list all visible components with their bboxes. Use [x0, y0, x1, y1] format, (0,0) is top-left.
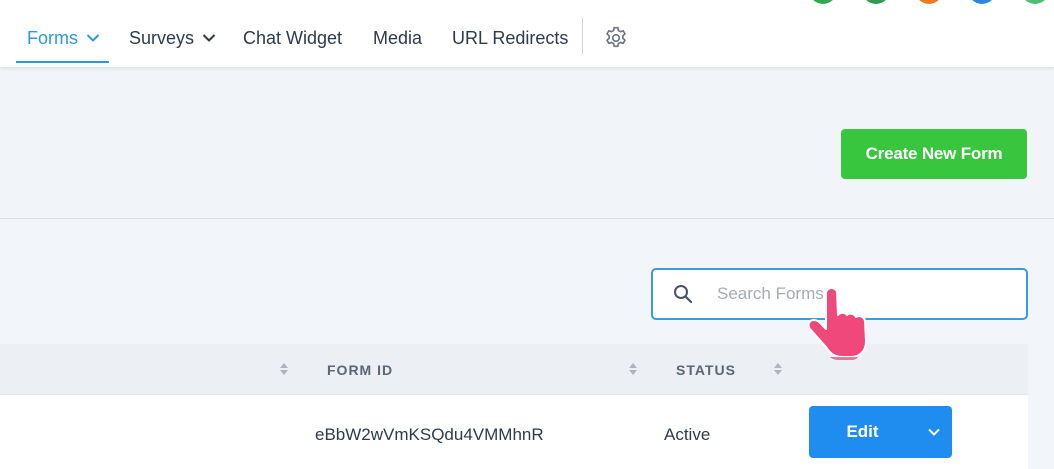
chevron-down-icon: [928, 428, 940, 436]
tab-forms[interactable]: Forms: [27, 26, 100, 50]
avatar[interactable]: [862, 0, 890, 4]
active-tab-indicator: [16, 61, 109, 63]
tab-url-redirects[interactable]: URL Redirects: [452, 26, 568, 50]
tab-surveys-label: Surveys: [129, 27, 195, 48]
chevron-down-icon: [202, 34, 216, 42]
avatar[interactable]: [968, 0, 996, 4]
tab-forms-label: Forms: [27, 27, 78, 48]
tab-media-label: Media: [373, 27, 423, 48]
chevron-down-icon: [86, 34, 100, 42]
edit-button-group: Edit: [809, 406, 952, 458]
column-header-status[interactable]: STATUS: [676, 362, 736, 378]
gear-icon[interactable]: [603, 25, 629, 51]
sort-icon[interactable]: [773, 361, 783, 377]
edit-dropdown-toggle[interactable]: [916, 406, 952, 458]
tab-url-redirects-label: URL Redirects: [452, 27, 569, 48]
nav-divider: [582, 18, 583, 54]
tab-chat-widget-label: Chat Widget: [243, 27, 343, 48]
table-row: eBbW2wVmKSQdu4VMMhnR Active Edit: [0, 394, 1028, 469]
sort-icon[interactable]: [628, 361, 638, 377]
avatar[interactable]: [1021, 0, 1049, 4]
tab-chat-widget[interactable]: Chat Widget: [243, 26, 342, 50]
top-navigation: Forms Surveys Chat Widget Media URL Redi…: [0, 0, 1054, 67]
avatar[interactable]: [809, 0, 837, 4]
tab-media[interactable]: Media: [373, 26, 422, 50]
status-cell: Active: [664, 425, 711, 444]
pointer-hand-icon: [807, 287, 867, 360]
avatar[interactable]: [915, 0, 943, 4]
sort-icon[interactable]: [279, 361, 289, 377]
tab-surveys[interactable]: Surveys: [129, 26, 216, 50]
form-id-cell: eBbW2wVmKSQdu4VMMhnR: [315, 425, 544, 444]
edit-button[interactable]: Edit: [809, 406, 916, 458]
search-icon: [674, 285, 693, 304]
create-new-form-button[interactable]: Create New Form: [841, 129, 1027, 179]
column-header-form-id[interactable]: FORM ID: [327, 362, 393, 378]
